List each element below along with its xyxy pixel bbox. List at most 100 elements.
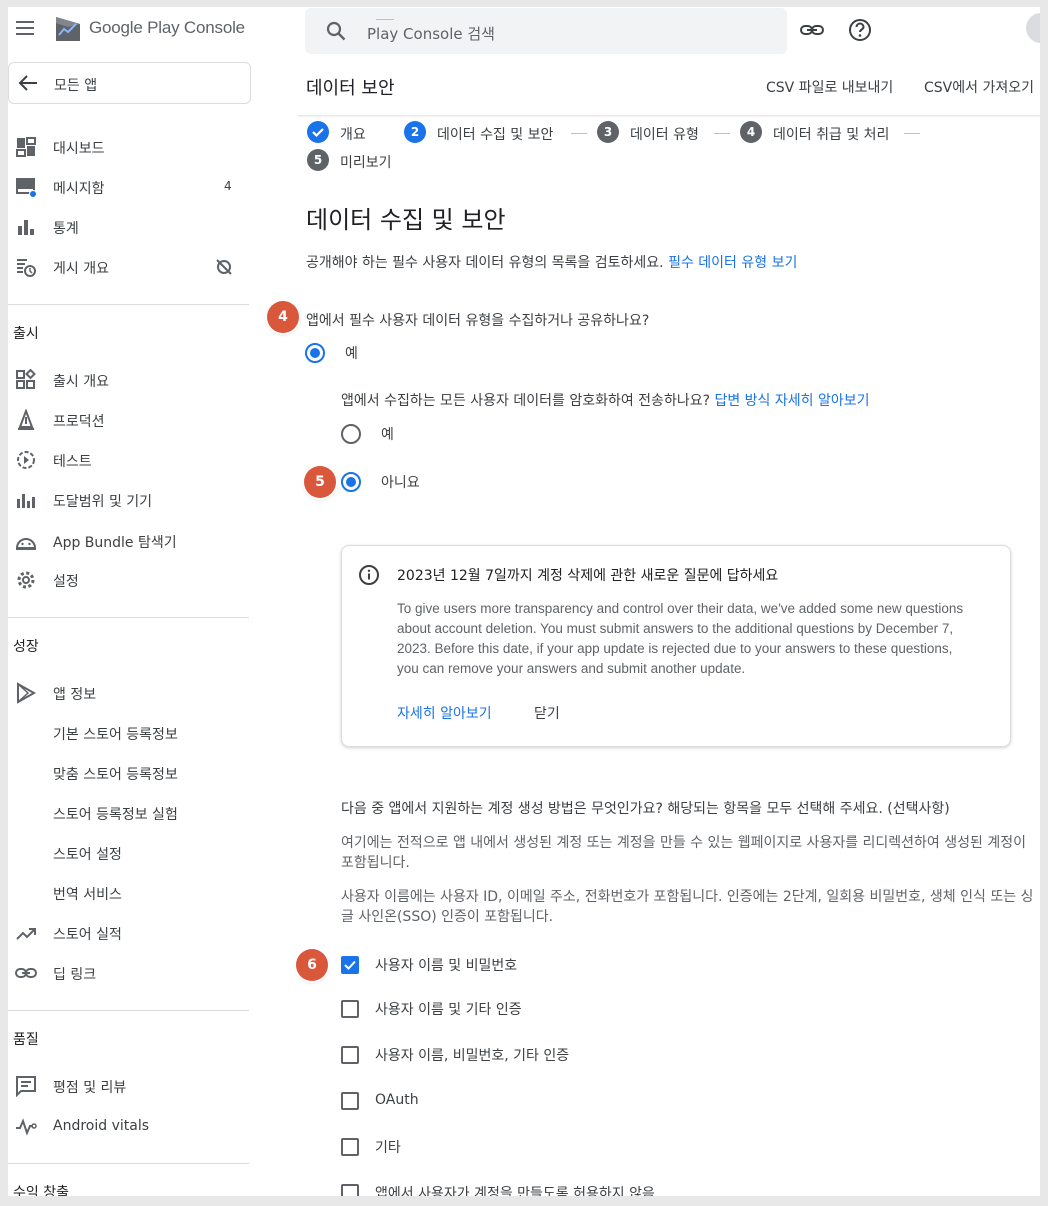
sidebar-subitem-translation[interactable]: 번역 서비스 — [53, 878, 253, 908]
app-window: Google Play Console 모든 앱 대시보드 메시지함 4 통계 … — [8, 7, 1040, 1196]
sidebar-subitem-main-listing[interactable]: 기본 스토어 등록정보 — [53, 718, 253, 748]
step-number: 2 — [404, 121, 426, 143]
sidebar-subitem-custom-listing[interactable]: 맞춤 스토어 등록정보 — [53, 758, 253, 788]
sidebar-item-release-overview[interactable]: 출시 개요 — [8, 365, 257, 395]
section-monetize: 수익 창출 — [13, 1185, 69, 1196]
encrypt-no-radio[interactable] — [341, 472, 361, 492]
sidebar: Google Play Console 모든 앱 대시보드 메시지함 4 통계 … — [8, 7, 257, 1196]
sidebar-divider — [8, 617, 249, 618]
section-release: 출시 — [13, 326, 39, 342]
view-required-data-types-link[interactable]: 필수 데이터 유형 보기 — [668, 255, 797, 271]
help-icon[interactable] — [847, 17, 873, 43]
step-preview[interactable]: 5 미리보기 — [307, 149, 427, 173]
option-oauth-checkbox[interactable] — [341, 1092, 359, 1110]
encrypt-no-label: 아니요 — [381, 475, 420, 491]
answer-guide-link[interactable]: 답변 방식 자세히 알아보기 — [714, 393, 869, 409]
encrypt-yes-radio[interactable] — [341, 424, 361, 444]
sidebar-item-label: 스토어 실적 — [53, 927, 122, 943]
option-label: OAuth — [375, 1092, 419, 1108]
import-csv-button[interactable]: CSV에서 가져오기 — [924, 77, 1034, 97]
option-label: 사용자 이름 및 비밀번호 — [375, 958, 518, 974]
sidebar-item-store-performance[interactable]: 스토어 실적 — [8, 918, 257, 948]
sidebar-item-reach-devices[interactable]: 도달범위 및 기기 — [8, 485, 257, 515]
sidebar-item-production[interactable]: 프로덕션 — [8, 405, 257, 435]
option-username-other-auth-checkbox[interactable] — [341, 1000, 359, 1018]
header-divider — [298, 115, 1040, 118]
reviews-icon — [16, 1076, 36, 1097]
step-data-types[interactable]: 3 데이터 유형 — [597, 121, 727, 145]
sidebar-item-label: 도달범위 및 기기 — [53, 494, 153, 510]
publishing-icon — [17, 259, 36, 277]
option-username-password-checkbox[interactable] — [341, 956, 359, 974]
sidebar-item-label: 기본 스토어 등록정보 — [53, 727, 178, 743]
step-data-handling[interactable]: 4 데이터 취급 및 처리 — [740, 121, 920, 145]
search-placeholder: Play Console 검색 — [367, 25, 495, 43]
step-marker-badge: 5 — [304, 466, 336, 498]
step-label: 데이터 취급 및 처리 — [773, 127, 890, 143]
sidebar-item-label: 게시 개요 — [53, 261, 109, 277]
step-overview[interactable]: 개요 — [307, 121, 397, 145]
gear-icon — [17, 571, 35, 589]
sidebar-item-label: 메시지함 — [53, 181, 105, 197]
inbox-icon — [16, 178, 37, 198]
step-label: 데이터 유형 — [630, 127, 699, 143]
vitals-icon — [16, 1118, 37, 1136]
sidebar-item-dashboard[interactable]: 대시보드 — [8, 132, 257, 162]
search-icon — [326, 21, 346, 41]
avatar[interactable] — [1026, 13, 1040, 43]
sidebar-item-deep-links[interactable]: 딥 링크 — [8, 958, 257, 988]
encrypt-yes-label: 예 — [381, 427, 394, 443]
sync-disabled-icon — [216, 259, 232, 275]
step-data-collection[interactable]: 2 데이터 수집 및 보안 — [404, 121, 584, 145]
production-icon — [18, 409, 34, 430]
question-encryption: 앱에서 수집하는 모든 사용자 데이터를 암호화하여 전송하나요? 답변 방식 … — [341, 390, 870, 410]
sidebar-item-inbox[interactable]: 메시지함 4 — [8, 172, 257, 202]
sidebar-item-label: 번역 서비스 — [53, 887, 122, 903]
account-creation-question: 다음 중 앱에서 지원하는 계정 생성 방법은 무엇인가요? 해당되는 항목을 … — [341, 801, 950, 817]
step-marker-badge: 6 — [296, 949, 328, 981]
sidebar-item-label: 프로덕션 — [53, 414, 105, 430]
release-overview-icon — [16, 369, 36, 389]
sidebar-item-app-bundle-explorer[interactable]: App Bundle 탐색기 — [8, 526, 257, 556]
sidebar-divider — [8, 1163, 249, 1164]
brand-bar: Google Play Console — [8, 7, 257, 53]
step-number: 5 — [307, 149, 329, 171]
step-connector — [571, 133, 587, 134]
option-username-password-other-checkbox[interactable] — [341, 1046, 359, 1064]
sidebar-item-android-vitals[interactable]: Android vitals — [8, 1112, 257, 1142]
dashboard-icon — [16, 137, 36, 157]
page-title: 데이터 보안 — [306, 78, 395, 99]
link-icon[interactable] — [799, 17, 825, 43]
sidebar-subitem-listing-experiments[interactable]: 스토어 등록정보 실험 — [53, 798, 253, 828]
sidebar-item-label: 테스트 — [53, 454, 92, 470]
sidebar-item-label: 맞춤 스토어 등록정보 — [53, 767, 178, 783]
menu-icon[interactable] — [16, 21, 34, 35]
search-input[interactable]: Play Console 검색 — [305, 8, 787, 54]
play-console-logo-icon — [56, 17, 80, 41]
option-label: 사용자 이름 및 기타 인증 — [375, 1002, 522, 1018]
option-no-accounts-checkbox[interactable] — [341, 1184, 359, 1196]
step-label: 데이터 수집 및 보안 — [437, 127, 554, 143]
intro-sentence: 공개해야 하는 필수 사용자 데이터 유형의 목록을 검토하세요. — [306, 255, 664, 271]
option-other-checkbox[interactable] — [341, 1138, 359, 1156]
sidebar-item-ratings-reviews[interactable]: 평점 및 리뷰 — [8, 1071, 257, 1101]
learn-more-link[interactable]: 자세히 알아보기 — [397, 703, 492, 723]
sidebar-item-statistics[interactable]: 통계 — [8, 212, 257, 242]
sidebar-item-label: App Bundle 탐색기 — [53, 535, 177, 551]
sidebar-item-publishing-overview[interactable]: 게시 개요 — [8, 252, 257, 282]
collect-yes-radio[interactable] — [305, 343, 325, 363]
sidebar-divider — [8, 1010, 249, 1011]
sidebar-item-settings[interactable]: 설정 — [8, 565, 257, 595]
section-quality: 품질 — [13, 1032, 39, 1048]
arrow-back-icon — [18, 75, 37, 91]
sidebar-item-store-presence[interactable]: 앱 정보 — [8, 678, 257, 708]
export-csv-button[interactable]: CSV 파일로 내보내기 — [766, 77, 893, 97]
notice-body: To give users more transparency and cont… — [397, 601, 964, 676]
reach-devices-icon — [17, 494, 35, 508]
sidebar-subitem-store-settings[interactable]: 스토어 설정 — [53, 838, 253, 868]
testing-icon — [17, 451, 35, 469]
sidebar-item-testing[interactable]: 테스트 — [8, 445, 257, 475]
dismiss-button[interactable]: 닫기 — [534, 703, 560, 723]
step-connector — [376, 19, 394, 20]
all-apps-button[interactable]: 모든 앱 — [8, 62, 251, 104]
